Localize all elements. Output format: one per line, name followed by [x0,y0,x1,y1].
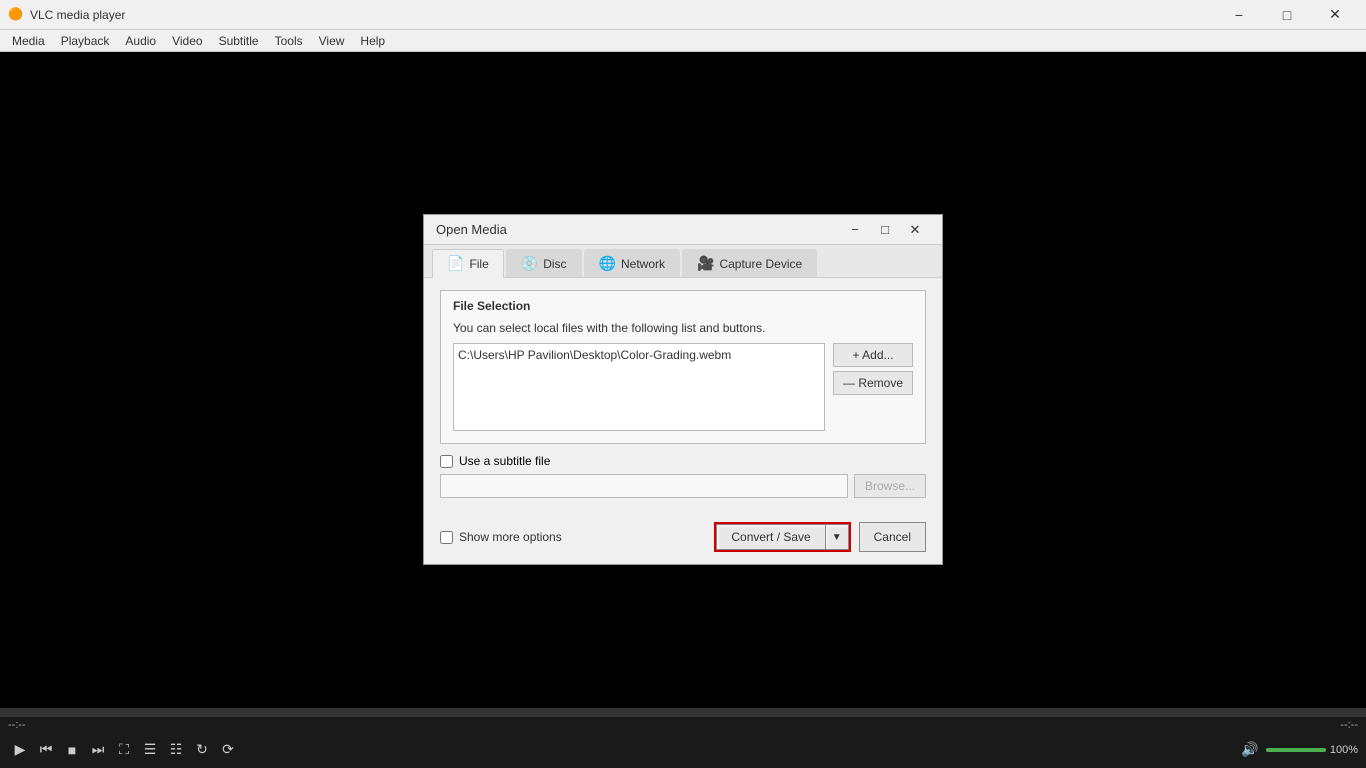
file-selection-title: File Selection [453,299,913,313]
bottom-bar: --:-- --:-- ▶ ⏮ ■ ⏭ ⛶ ☰ ☷ ↻ ⟳ 🔊 100% [0,708,1366,768]
window-controls: − □ ✕ [1216,0,1358,30]
dialog-titlebar: Open Media − □ ✕ [424,215,942,245]
menu-video[interactable]: Video [164,32,210,50]
dialog-minimize-button[interactable]: − [840,216,870,244]
subtitle-label: Use a subtitle file [459,454,550,468]
dialog-title: Open Media [436,222,840,237]
add-button[interactable]: + Add... [833,343,913,367]
menu-help[interactable]: Help [352,32,393,50]
convert-save-dropdown[interactable]: ▼ [825,524,849,550]
tab-disc-label: Disc [543,257,566,271]
tab-file[interactable]: 📄 File [432,249,504,278]
menu-playback[interactable]: Playback [53,32,118,50]
show-more-label: Show more options [459,530,562,544]
dialog-footer: Show more options Convert / Save ▼ Cance… [424,514,942,564]
dialog-close-button[interactable]: ✕ [900,216,930,244]
remove-button[interactable]: — Remove [833,371,913,395]
skip-back-button[interactable]: ⏮ [34,738,58,762]
menu-tools[interactable]: Tools [267,32,311,50]
controls-row: ▶ ⏮ ■ ⏭ ⛶ ☰ ☷ ↻ ⟳ 🔊 100% [0,731,1366,768]
cancel-button[interactable]: Cancel [859,522,926,552]
menu-view[interactable]: View [311,32,353,50]
tab-capture-label: Capture Device [719,257,802,271]
volume-icon[interactable]: 🔊 [1238,738,1262,762]
time-left: --:-- [8,719,26,731]
footer-buttons: Convert / Save ▼ Cancel [714,522,926,552]
browse-button[interactable]: Browse... [854,474,926,498]
main-video-area: Open Media − □ ✕ 📄 File 💿 Disc 🌐 [0,52,1366,708]
play-button[interactable]: ▶ [8,738,32,762]
tab-capture[interactable]: 🎥 Capture Device [682,249,817,277]
close-button[interactable]: ✕ [1312,0,1358,30]
app-title: VLC media player [30,8,1216,22]
menubar: Media Playback Audio Video Subtitle Tool… [0,30,1366,52]
tab-disc[interactable]: 💿 Disc [506,249,582,277]
extended-button[interactable]: ☰ [138,738,162,762]
playlist-button[interactable]: ☷ [164,738,188,762]
menu-media[interactable]: Media [4,32,53,50]
app-icon: 🟠 [8,7,24,23]
file-tab-icon: 📄 [447,255,464,272]
subtitle-input-row: Browse... [440,474,926,498]
volume-bar[interactable] [1266,748,1326,752]
convert-save-wrapper: Convert / Save ▼ [714,522,850,552]
subtitle-checkbox-row: Use a subtitle file [440,454,926,468]
random-button[interactable]: ⟳ [216,738,240,762]
dialog-overlay: Open Media − □ ✕ 📄 File 💿 Disc 🌐 [0,104,1366,648]
menu-audio[interactable]: Audio [117,32,164,50]
maximize-button[interactable]: □ [1264,0,1310,30]
volume-fill [1266,748,1326,752]
subtitle-section: Use a subtitle file Browse... [440,454,926,498]
tab-network-label: Network [621,257,665,271]
dialog-maximize-button[interactable]: □ [870,216,900,244]
file-selection-group: File Selection You can select local file… [440,290,926,444]
show-more-checkbox[interactable] [440,531,453,544]
file-selection-description: You can select local files with the foll… [453,321,913,335]
titlebar: 🟠 VLC media player − □ ✕ [0,0,1366,30]
capture-tab-icon: 🎥 [697,255,714,272]
disc-tab-icon: 💿 [521,255,538,272]
network-tab-icon: 🌐 [599,255,616,272]
tab-network[interactable]: 🌐 Network [584,249,680,277]
volume-label: 100% [1330,744,1358,756]
file-path: C:\Users\HP Pavilion\Desktop\Color-Gradi… [458,348,731,362]
stop-button[interactable]: ■ [60,738,84,762]
loop-button[interactable]: ↻ [190,738,214,762]
open-media-dialog: Open Media − □ ✕ 📄 File 💿 Disc 🌐 [423,214,943,565]
volume-area: 🔊 100% [1238,738,1358,762]
subtitle-checkbox[interactable] [440,455,453,468]
show-more-row: Show more options [440,530,562,544]
dialog-tabs: 📄 File 💿 Disc 🌐 Network 🎥 Capture Device [424,245,942,278]
minimize-button[interactable]: − [1216,0,1262,30]
menu-subtitle[interactable]: Subtitle [211,32,267,50]
file-list[interactable]: C:\Users\HP Pavilion\Desktop\Color-Gradi… [453,343,825,431]
progress-bar[interactable] [0,709,1366,717]
dialog-body: File Selection You can select local file… [424,278,942,514]
time-row: --:-- --:-- [0,719,1366,731]
fullscreen-button[interactable]: ⛶ [112,738,136,762]
file-area: C:\Users\HP Pavilion\Desktop\Color-Gradi… [453,343,913,431]
file-buttons: + Add... — Remove [833,343,913,395]
subtitle-path-input[interactable] [440,474,848,498]
convert-save-button[interactable]: Convert / Save [716,524,824,550]
skip-forward-button[interactable]: ⏭ [86,738,110,762]
time-right: --:-- [1340,719,1358,731]
dialog-window-controls: − □ ✕ [840,216,930,244]
tab-file-label: File [469,257,488,271]
